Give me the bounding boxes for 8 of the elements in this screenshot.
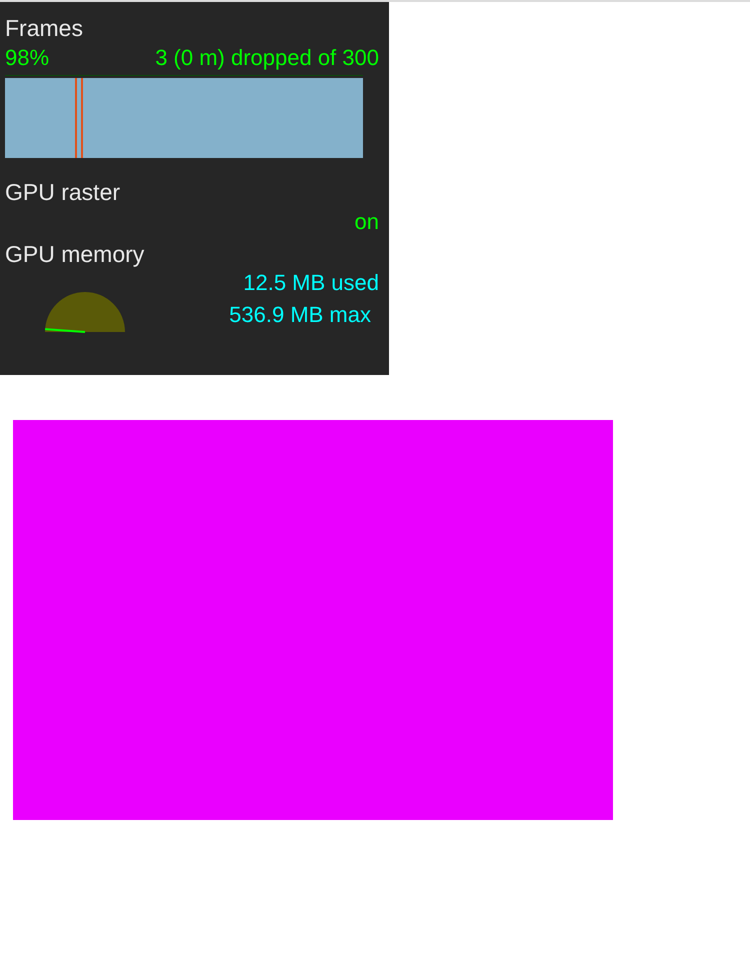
frames-percent: 98% [5, 44, 50, 72]
memory-used: 12.5 MB used [243, 269, 379, 297]
frames-title: Frames [5, 14, 83, 42]
gpu-raster-title: GPU raster [5, 178, 120, 206]
memory-max: 536.9 MB max [229, 301, 371, 329]
gpu-memory-title: GPU memory [5, 240, 144, 268]
frames-dropped: 3 (0 m) dropped of 300 [155, 44, 379, 72]
gpu-raster-status: on [354, 208, 379, 236]
